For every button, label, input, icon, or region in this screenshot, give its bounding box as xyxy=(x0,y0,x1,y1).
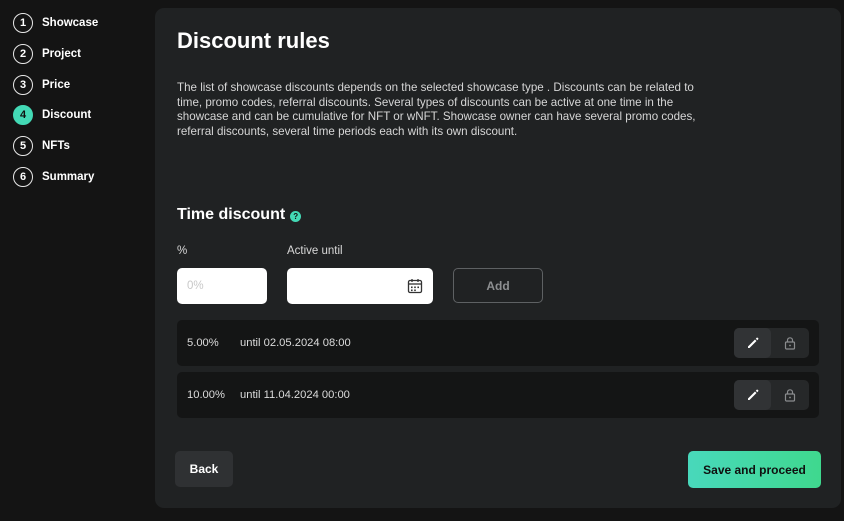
stepper-nav: 1 Showcase 2 Project 3 Price 4 Discount … xyxy=(13,13,98,198)
edit-button[interactable] xyxy=(734,380,771,410)
percent-label: % xyxy=(177,245,188,257)
row-actions xyxy=(734,380,809,410)
step-number: 3 xyxy=(13,74,33,95)
percent-input[interactable] xyxy=(177,268,267,304)
page-description: The list of showcase discounts depends o… xyxy=(177,81,696,139)
discount-row: 10.00% until 11.04.2024 00:00 xyxy=(177,372,819,418)
discount-panel: Discount rules The list of showcase disc… xyxy=(155,8,841,508)
step-label: NFTs xyxy=(42,140,70,153)
back-button[interactable]: Back xyxy=(175,451,233,487)
pencil-icon xyxy=(747,389,758,400)
calendar-icon[interactable] xyxy=(407,278,423,294)
step-price[interactable]: 3 Price xyxy=(13,74,98,95)
step-number: 4 xyxy=(13,105,33,126)
step-number: 6 xyxy=(13,166,33,187)
discount-until: until 02.05.2024 08:00 xyxy=(240,337,351,349)
lock-icon xyxy=(784,337,795,350)
step-discount[interactable]: 4 Discount xyxy=(13,105,98,126)
step-label: Price xyxy=(42,78,71,91)
step-label: Summary xyxy=(42,170,95,183)
discount-until: until 11.04.2024 00:00 xyxy=(240,389,350,401)
page-title: Discount rules xyxy=(177,28,330,53)
step-label: Showcase xyxy=(42,17,99,29)
lock-button[interactable] xyxy=(771,380,808,410)
discount-row: 5.00% until 02.05.2024 08:00 xyxy=(177,320,819,366)
step-label: Project xyxy=(42,47,81,60)
row-actions xyxy=(734,328,809,358)
add-button[interactable]: Add xyxy=(453,268,543,303)
step-project[interactable]: 2 Project xyxy=(13,43,98,64)
save-and-proceed-button[interactable]: Save and proceed xyxy=(688,451,821,488)
pencil-icon xyxy=(747,337,758,348)
step-number: 1 xyxy=(13,13,33,33)
question-icon[interactable]: ? xyxy=(290,210,302,222)
discount-percent: 10.00% xyxy=(187,389,225,401)
active-until-field xyxy=(287,268,433,304)
step-summary[interactable]: 6 Summary xyxy=(13,166,98,187)
lock-icon xyxy=(784,389,795,402)
active-until-label: Active until xyxy=(287,245,343,257)
section-title: Time discount xyxy=(177,206,286,223)
edit-button[interactable] xyxy=(734,328,771,358)
time-discount-heading: Time discount ? xyxy=(177,206,302,224)
discount-list: 5.00% until 02.05.2024 08:00 10.00% unti… xyxy=(177,320,819,424)
discount-percent: 5.00% xyxy=(187,337,219,349)
step-label: Discount xyxy=(42,109,92,122)
step-showcase[interactable]: 1 Showcase xyxy=(13,13,98,33)
step-number: 5 xyxy=(13,136,33,157)
step-nfts[interactable]: 5 NFTs xyxy=(13,136,98,157)
lock-button[interactable] xyxy=(771,328,808,358)
step-number: 2 xyxy=(13,43,33,64)
